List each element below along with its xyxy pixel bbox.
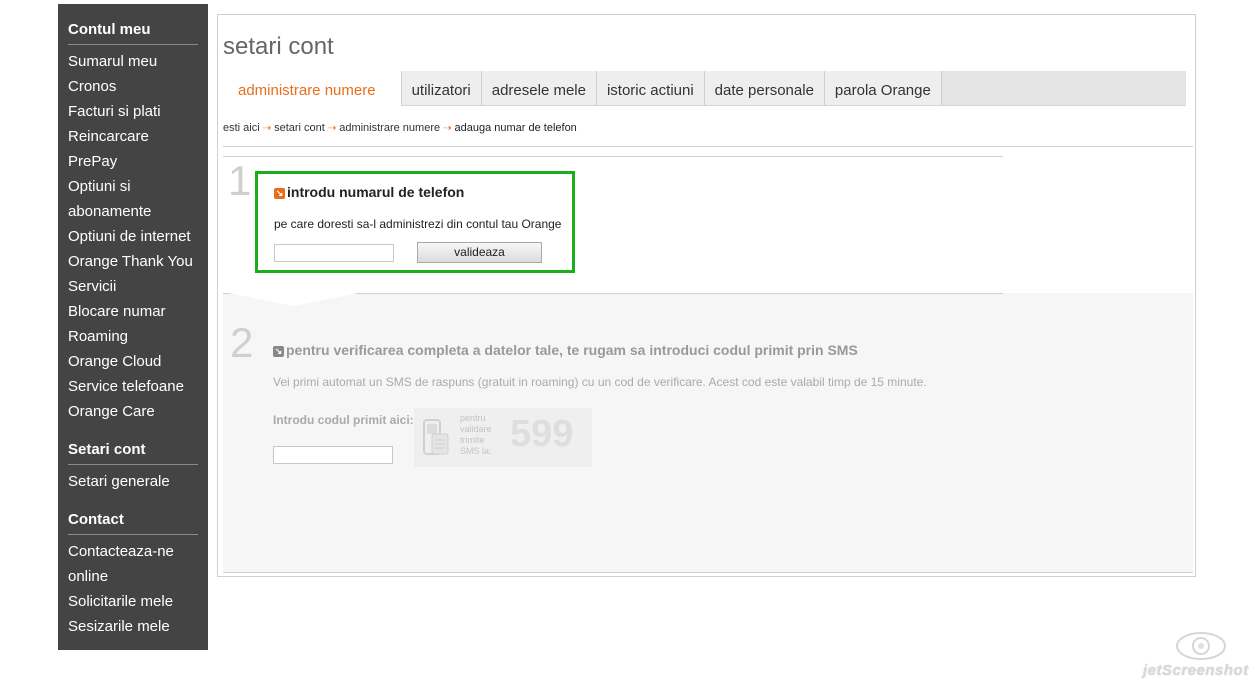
sidebar-item-optiuni[interactable]: Optiuni si <box>68 174 198 199</box>
sidebar-item-blocare[interactable]: Blocare numar <box>68 299 198 324</box>
sidebar-item-care[interactable]: Orange Care <box>68 399 198 424</box>
tab-date-personale[interactable]: date personale <box>704 71 825 105</box>
sms-code-input[interactable] <box>273 446 393 464</box>
code-label: Introdu codul primit aici: <box>273 413 414 427</box>
sidebar-item-facturi[interactable]: Facturi si plati <box>68 99 198 124</box>
tab-bar: administrare numere utilizatori adresele… <box>228 71 1186 106</box>
breadcrumb-arrow-icon: ⇢ <box>443 123 452 134</box>
sidebar-section-contact: Contact Contacteaza-ne online Solicitari… <box>58 494 208 639</box>
sidebar-item-abonamente[interactable]: abonamente <box>68 199 198 224</box>
sidebar-item-solicitari[interactable]: Solicitarile mele <box>68 589 198 614</box>
notch-arrow <box>228 293 358 306</box>
watermark-text: jetScreenshot <box>1143 662 1249 679</box>
step2-title: ↘ pentru verificarea completa a datelor t… <box>273 342 858 358</box>
sidebar-item-cloud[interactable]: Orange Cloud <box>68 349 198 374</box>
breadcrumb-link-administrare-numere[interactable]: administrare numere <box>339 122 440 134</box>
breadcrumb-arrow-icon: ⇢ <box>327 123 337 134</box>
sms-hint: pentru validare trimite SMS la: <box>460 413 492 456</box>
sidebar-item-cronos[interactable]: Cronos <box>68 74 198 99</box>
tab-istoric-actiuni[interactable]: istoric actiuni <box>596 71 705 105</box>
sidebar-item-prepay[interactable]: PrePay <box>68 149 198 174</box>
sidebar-item-setari-generale[interactable]: Setari generale <box>68 469 198 494</box>
sms-number: 599 <box>510 413 574 455</box>
step1-subtitle: pe care doresti sa-l administrezi din co… <box>274 217 562 231</box>
divider <box>223 146 1193 147</box>
sidebar-item-online[interactable]: online <box>68 564 198 589</box>
sidebar-item-optiuni-internet[interactable]: Optiuni de internet <box>68 224 198 249</box>
step-number-1: 1 <box>228 157 252 204</box>
arrow-down-right-icon: ↘ <box>273 346 284 357</box>
sidebar-item-sumarul-meu[interactable]: Sumarul meu <box>68 49 198 74</box>
breadcrumb-item: esti aici <box>223 122 260 134</box>
divider <box>223 572 1193 573</box>
breadcrumb: esti aici ⇢ setari cont ⇢ administrare numer… <box>223 122 577 134</box>
sidebar-item-service[interactable]: Service telefoane <box>68 374 198 399</box>
watermark-logo: jetScreenshot <box>1143 628 1253 682</box>
sidebar-item-sesizari[interactable]: Sesizarile mele <box>68 614 198 639</box>
step1-title-text: introdu numarul de telefon <box>287 184 465 200</box>
tab-administrare-numere[interactable]: administrare numere <box>228 71 402 106</box>
tab-adresele-mele[interactable]: adresele mele <box>481 71 597 105</box>
tab-utilizatori[interactable]: utilizatori <box>401 71 482 105</box>
phone-sms-icon <box>423 419 449 455</box>
sidebar-item-servicii[interactable]: Servicii <box>68 274 198 299</box>
divider <box>223 156 1003 157</box>
camera-lens-icon <box>1176 632 1226 660</box>
step2-title-text: pentru verificarea completa a datelor ta… <box>286 342 858 358</box>
breadcrumb-current: adauga numar de telefon <box>454 122 577 134</box>
step2-area <box>223 293 1193 572</box>
sidebar-section-setari-cont: Setari cont Setari generale <box>58 424 208 494</box>
sidebar: Contul meu Sumarul meu Cronos Facturi si… <box>58 4 208 650</box>
step-number-2: 2 <box>230 319 254 366</box>
sidebar-item-thank-you[interactable]: Orange Thank You <box>68 249 198 274</box>
breadcrumb-link-setari-cont[interactable]: setari cont <box>274 122 325 134</box>
page-title: setari cont <box>223 33 334 60</box>
sidebar-heading: Contul meu <box>68 4 198 45</box>
step2-subtitle: Vei primi automat un SMS de raspuns (gra… <box>273 375 927 389</box>
sidebar-section-contul-meu: Contul meu Sumarul meu Cronos Facturi si… <box>58 4 208 424</box>
sms-info-box: pentru validare trimite SMS la: 599 <box>414 408 592 467</box>
phone-number-input[interactable] <box>274 244 394 262</box>
step1-box: ↘ introdu numarul de telefon pe care dore… <box>255 171 575 273</box>
sidebar-heading: Setari cont <box>68 424 198 465</box>
sidebar-heading: Contact <box>68 494 198 535</box>
sidebar-item-contacteaza[interactable]: Contacteaza-ne <box>68 539 198 564</box>
content-area: esti aici ⇢ setari cont ⇢ administrare numer… <box>218 105 1195 575</box>
breadcrumb-arrow-icon: ⇢ <box>262 123 272 134</box>
sidebar-item-reincarcare[interactable]: Reincarcare <box>68 124 198 149</box>
tab-parola-orange[interactable]: parola Orange <box>824 71 942 105</box>
sidebar-item-roaming[interactable]: Roaming <box>68 324 198 349</box>
main-panel: setari cont administrare numere utilizat… <box>217 14 1196 577</box>
validate-button[interactable]: valideaza <box>417 242 542 263</box>
step1-title: ↘ introdu numarul de telefon <box>274 184 464 200</box>
arrow-down-right-icon: ↘ <box>274 188 285 199</box>
